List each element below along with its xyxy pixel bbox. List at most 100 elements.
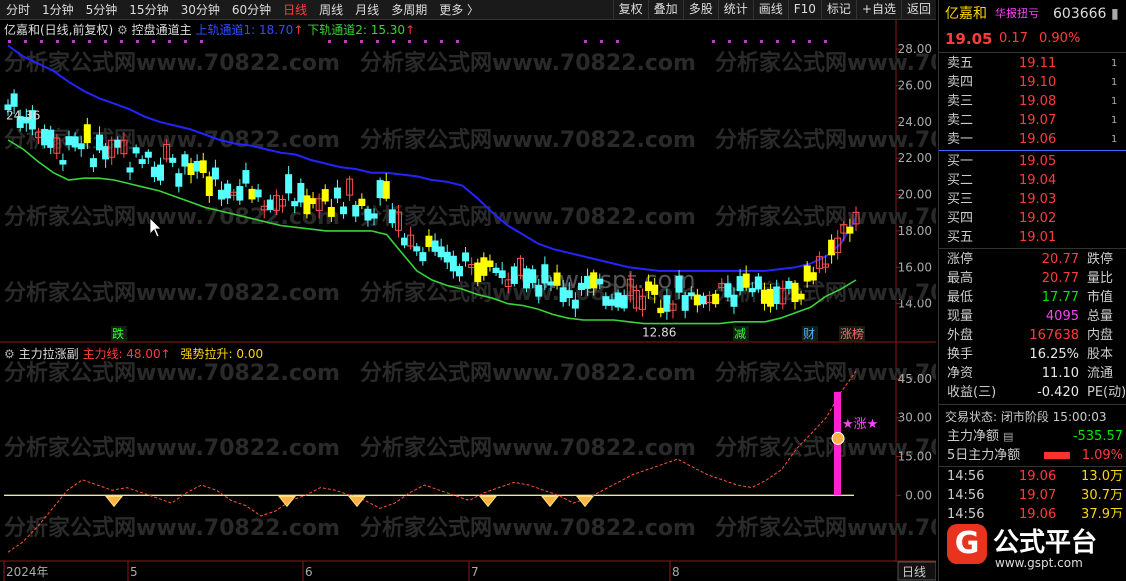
stat-value: 20.77 (1041, 271, 1079, 286)
period-tab[interactable]: 月线 (349, 1, 385, 18)
candle-body (486, 260, 494, 268)
candle-body (352, 204, 360, 217)
candle-body (71, 136, 79, 148)
gear-icon[interactable]: ⚙ (4, 347, 15, 361)
high-price-label: 24.36 (6, 108, 40, 122)
toolbar-button[interactable]: 画线 (752, 0, 788, 19)
period-tab[interactable]: 60分钟 (226, 1, 277, 18)
candle-body (248, 188, 256, 200)
period-tab[interactable]: 分时 (0, 1, 36, 18)
stat-row: 最低 17.77 市值 (939, 288, 1126, 307)
marker-dot (88, 40, 91, 43)
candle-body (736, 276, 744, 292)
period-tab[interactable]: 30分钟 (175, 1, 226, 18)
ask-row[interactable]: 卖四 19.10 1 (939, 73, 1126, 92)
marker-dot (344, 40, 347, 43)
bid-label: 买五 (947, 230, 974, 245)
toolbar-button[interactable]: F10 (787, 0, 821, 19)
candle-body (309, 198, 317, 205)
period-tab[interactable]: 更多 〉 (433, 1, 485, 18)
candle-body (455, 266, 463, 277)
marker-dot (616, 40, 619, 43)
stat-key: 净资 (947, 366, 974, 381)
ask-label: 卖三 (947, 94, 974, 109)
ask-row[interactable]: 卖五 19.11 1 (939, 54, 1126, 73)
stat-key-2: 总量 (1087, 309, 1114, 324)
net5-bar (1044, 452, 1070, 459)
last-price: 19.05 (945, 30, 993, 48)
up-arrow-icon: ↑ (405, 23, 416, 37)
toolbar-button[interactable]: 复权 (612, 0, 648, 19)
stat-key-2: 股本 (1087, 347, 1114, 362)
marker-dot (392, 40, 395, 43)
menu-icon[interactable]: ▮ (1111, 3, 1119, 25)
ask-vol: 1 (1111, 134, 1118, 145)
candle-body (620, 295, 628, 309)
bid-row[interactable]: 买五 19.01 (939, 228, 1126, 247)
stat-row: 外盘 167638 内盘 (939, 326, 1126, 345)
bid-row[interactable]: 买三 19.03 (939, 190, 1126, 209)
toolbar-button[interactable]: +自选 (855, 0, 901, 19)
candle-body (327, 206, 335, 217)
toolbar-button[interactable]: 统计 (717, 0, 753, 19)
toolbar-button[interactable]: 返回 (900, 0, 936, 19)
period-tab[interactable]: 1分钟 (36, 1, 80, 18)
event-marker: 财 (803, 327, 815, 341)
toolbar-button[interactable]: 多股 (682, 0, 718, 19)
trade-status-text: 交易状态: 闭市阶段 15:00:03 (945, 410, 1107, 424)
candle-body (254, 189, 262, 198)
candle-body (803, 265, 811, 282)
candle-body (449, 255, 457, 272)
candle-body (47, 129, 55, 148)
candle-body (65, 136, 73, 146)
candle-body (370, 213, 378, 219)
candle-body (651, 284, 659, 295)
marker-dot (328, 40, 331, 43)
list-icon[interactable]: ▤ (1003, 427, 1013, 446)
period-tab[interactable]: 日线 (277, 1, 313, 18)
candle-body (730, 294, 738, 307)
watermark-text: 分析家公式网www.70822.com (4, 515, 340, 541)
net5-label: 5日主力净额 (947, 448, 1021, 463)
gear-icon[interactable]: ⚙ (117, 23, 128, 37)
toolbar-button[interactable]: 叠加 (647, 0, 683, 19)
bid-row[interactable]: 买四 19.02 (939, 209, 1126, 228)
candle-body (687, 292, 695, 297)
watermark-text: 分析家公式网www.70822.com (360, 360, 696, 386)
candle-body (425, 235, 433, 247)
ask-row[interactable]: 卖一 19.06 1 (939, 130, 1126, 149)
period-tab[interactable]: 5分钟 (80, 1, 124, 18)
ask-row[interactable]: 卖三 19.08 1 (939, 92, 1126, 111)
candle-body (547, 281, 555, 286)
bid-row[interactable]: 买二 19.04 (939, 171, 1126, 190)
stat-key: 涨停 (947, 252, 974, 267)
ask-price: 19.07 (1019, 113, 1057, 128)
candle-body (760, 289, 768, 304)
ask-row[interactable]: 卖二 19.07 1 (939, 111, 1126, 130)
candle-body (565, 290, 573, 299)
brand-logo: G 公式平台 www.gspt.com (939, 518, 1126, 581)
period-tab[interactable]: 周线 (313, 1, 349, 18)
main-force-label: 主力线: 48.00 (82, 347, 161, 361)
indicator-name[interactable]: 控盘通道主 (132, 23, 192, 37)
bid-price: 19.04 (1019, 173, 1057, 188)
strong-label: 强势拉升: 0.00 (180, 347, 264, 361)
marker-dot (712, 40, 715, 43)
candle-body (187, 163, 195, 176)
candle-body (321, 189, 329, 202)
bid-row[interactable]: 买一 19.05 (939, 152, 1126, 171)
net5-value: 1.09% (1081, 448, 1123, 463)
period-tab[interactable]: 15分钟 (123, 1, 174, 18)
sub-indicator-name[interactable]: 主力拉涨副 (19, 347, 79, 361)
marker-dot (760, 40, 763, 43)
trade-status: 交易状态: 闭市阶段 15:00:03 (939, 408, 1126, 427)
candle-body (41, 128, 49, 146)
kline-chart[interactable]: 28.0026.0024.0022.0020.0018.0016.0014.00… (0, 20, 936, 581)
stat-row: 换手 16.25% 股本 (939, 345, 1126, 364)
marker-dot (584, 40, 587, 43)
period-tab[interactable]: 多周期 (385, 1, 433, 18)
money-bag-icon (831, 431, 845, 445)
toolbar-button[interactable]: 标记 (820, 0, 856, 19)
candle-body (797, 293, 805, 300)
marker-dot (104, 40, 107, 43)
